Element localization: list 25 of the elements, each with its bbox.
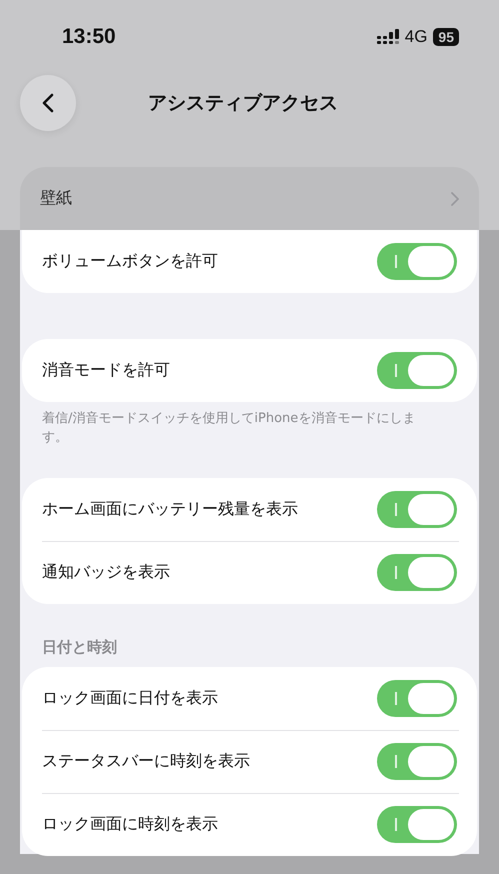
page-title: アシスティブアクセス — [148, 91, 338, 116]
toggle-switch[interactable] — [377, 806, 457, 843]
signal-icon — [376, 29, 399, 45]
toggle-switch[interactable] — [377, 352, 457, 389]
row-label: ロック画面に日付を表示 — [42, 688, 218, 709]
row-label: 壁紙 — [40, 188, 72, 209]
row-label: ボリュームボタンを許可 — [42, 251, 218, 272]
chevron-left-icon — [42, 93, 54, 113]
row-label: ロック画面に時刻を表示 — [42, 814, 218, 835]
battery-level: 95 — [433, 28, 459, 46]
section-footer: 着信/消音モードスイッチを使用してiPhoneを消音モードにします。 — [22, 402, 477, 448]
network-type: 4G — [404, 27, 428, 47]
status-time: 13:50 — [62, 25, 116, 49]
toggle-switch[interactable] — [377, 490, 457, 528]
toggle-switch[interactable] — [377, 742, 457, 780]
section-header: 日付と時刻 — [41, 636, 118, 658]
chevron-right-icon — [451, 192, 459, 206]
row-label: 消音モードを許可 — [42, 360, 170, 381]
row-label: ホーム画面にバッテリー残量を表示 — [42, 498, 298, 520]
toggle-switch[interactable] — [377, 554, 457, 591]
toggle-switch[interactable] — [377, 243, 457, 280]
toggle-switch[interactable] — [377, 680, 457, 717]
row-label: 通知バッジを表示 — [42, 562, 170, 583]
row-label: ステータスバーに時刻を表示 — [42, 750, 250, 772]
settings-row[interactable]: 壁紙 — [20, 167, 479, 230]
